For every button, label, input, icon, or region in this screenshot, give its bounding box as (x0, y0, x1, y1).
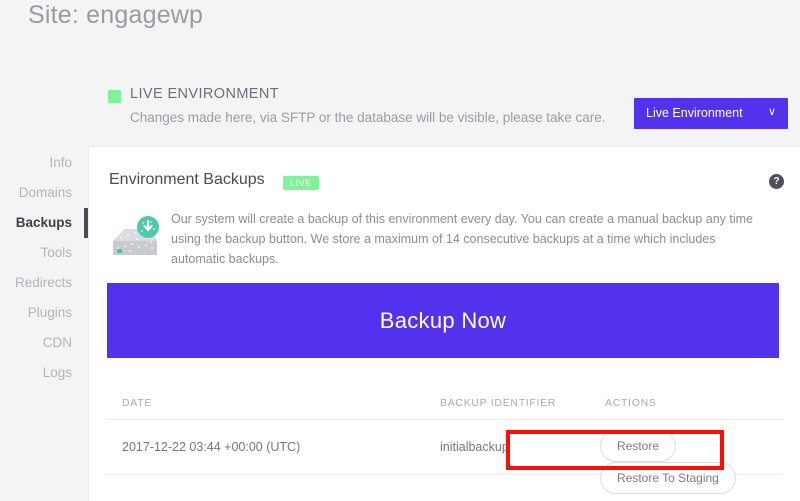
restore-button[interactable]: Restore (600, 430, 677, 462)
restore-to-staging-button[interactable]: Restore To Staging (600, 462, 736, 494)
environment-backups-card: Environment Backups LIVE ? Our system wi… (88, 146, 800, 501)
sidebar-item-cdn[interactable]: CDN (0, 328, 86, 358)
card-title: Environment Backups (109, 171, 265, 188)
sidebar-item-logs[interactable]: Logs (0, 358, 86, 388)
sidebar-item-redirects[interactable]: Redirects (0, 268, 86, 298)
sidebar-item-tools[interactable]: Tools (0, 238, 86, 268)
column-header-backup-identifier: BACKUP IDENTIFIER (440, 397, 557, 409)
backup-disk-download-icon (107, 213, 163, 265)
environment-subtitle: Changes made here, via SFTP or the datab… (130, 110, 606, 125)
sidebar-item-info[interactable]: Info (0, 148, 86, 178)
sidebar-item-domains[interactable]: Domains (0, 178, 86, 208)
question-mark-icon[interactable]: ? (769, 174, 784, 189)
cell-backup-identifier: initialbackup (440, 440, 509, 454)
sidebar-item-backups[interactable]: Backups (0, 208, 86, 238)
cell-actions: Restore Restore To Staging (600, 430, 783, 494)
column-header-date: DATE (122, 397, 153, 409)
environment-selector-value: Live Environment (646, 106, 743, 120)
site-header: Site: engagewp (0, 0, 800, 45)
sidebar-nav: Info Domains Backups Tools Redirects Plu… (0, 148, 88, 388)
status-badge: LIVE (283, 176, 319, 190)
column-header-actions: ACTIONS (605, 397, 657, 409)
environment-selector[interactable]: Live Environment ∨ (634, 98, 788, 129)
table-row: 2017-12-22 03:44 +00:00 (UTC) initialbac… (107, 420, 783, 494)
chevron-down-icon: ∨ (767, 106, 776, 118)
sidebar-item-plugins[interactable]: Plugins (0, 298, 86, 328)
backups-table: DATE BACKUP IDENTIFIER ACTIONS 2017-12-2… (107, 387, 783, 494)
page-title: Site: engagewp (28, 1, 204, 29)
environment-title: LIVE ENVIRONMENT (130, 86, 280, 102)
backup-now-button[interactable]: Backup Now (107, 283, 779, 358)
card-header: Environment Backups LIVE ? (109, 171, 784, 199)
backup-description: Our system will create a backup of this … (171, 212, 754, 266)
environment-banner: LIVE ENVIRONMENT Changes made here, via … (108, 86, 788, 134)
cell-date: 2017-12-22 03:44 +00:00 (UTC) (122, 440, 301, 454)
green-square-icon (108, 90, 121, 103)
description-block: Our system will create a backup of this … (107, 209, 783, 271)
table-header-row: DATE BACKUP IDENTIFIER ACTIONS (107, 387, 783, 420)
